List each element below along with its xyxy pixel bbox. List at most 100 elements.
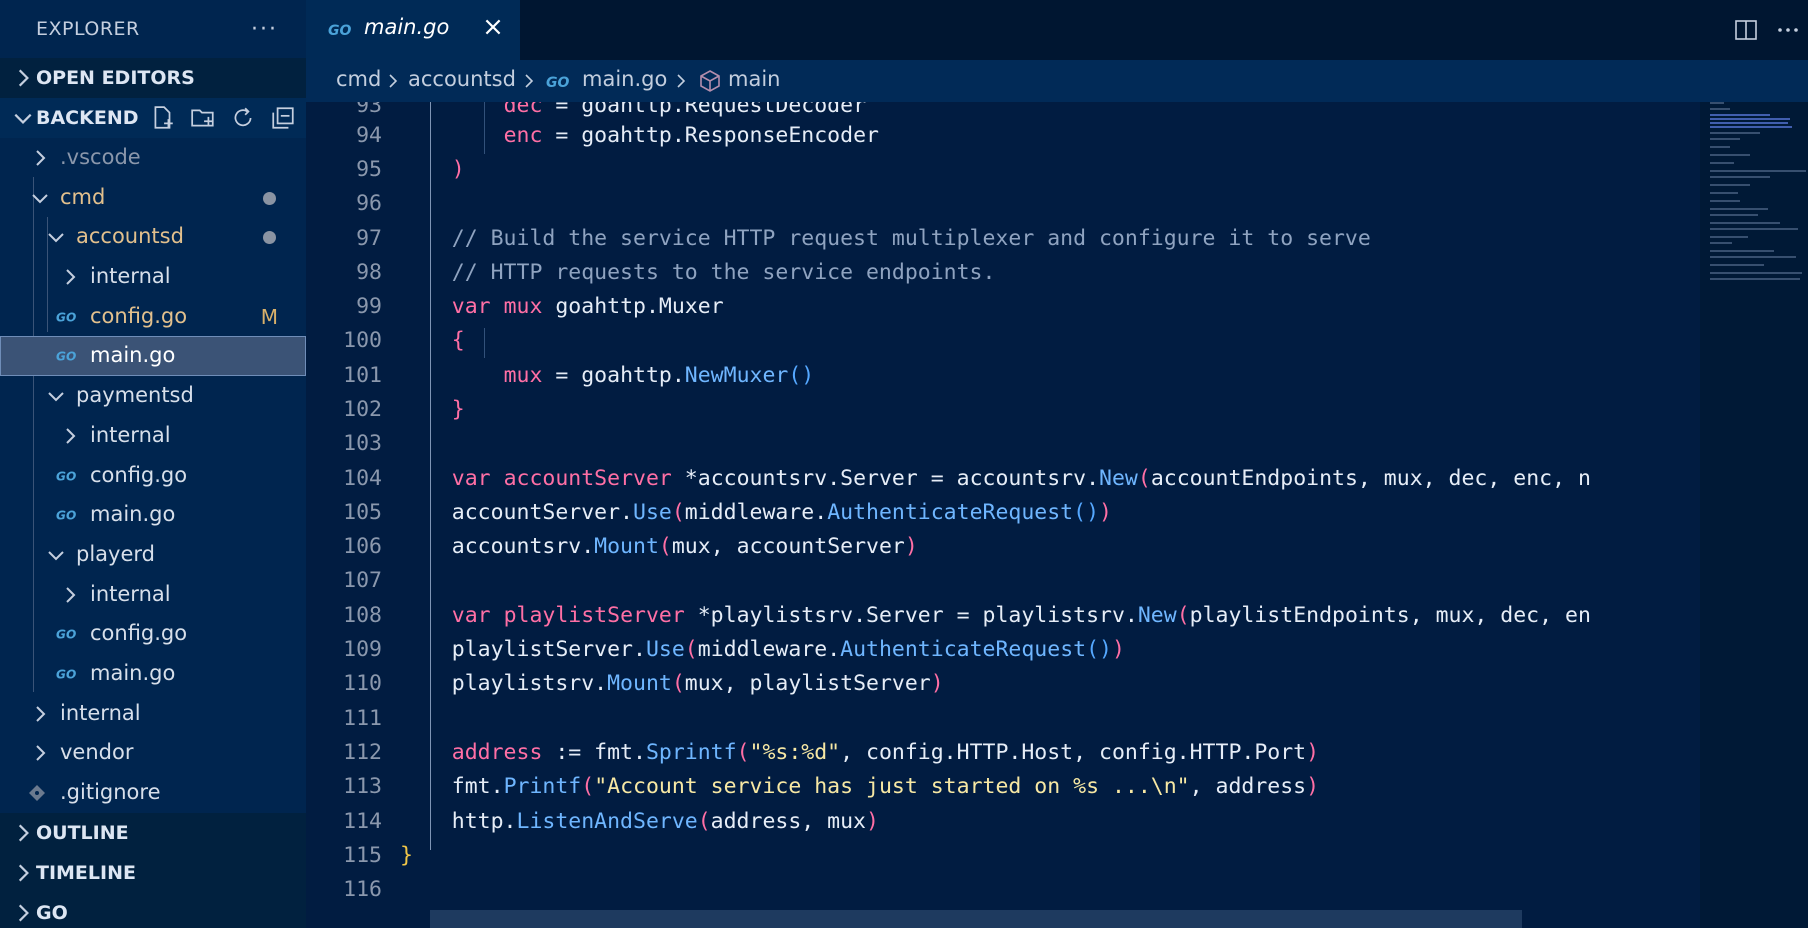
code-text: } — [451, 397, 465, 422]
tree-item-label: .gitignore — [60, 780, 161, 804]
editor-actions — [1734, 0, 1808, 60]
code-comment: // Build the service HTTP request multip… — [400, 226, 1371, 251]
section-timeline[interactable]: TIMELINE — [0, 852, 306, 893]
line-number: 107 — [343, 568, 382, 593]
code-line: 115 } — [306, 839, 1700, 873]
code-text: accountServer.Use(middleware.Authenticat… — [400, 500, 1112, 525]
go-file-icon: GO — [56, 310, 76, 324]
code-line: 99 var mux goahttp.Muxer — [306, 290, 1700, 324]
line-number: 112 — [343, 740, 382, 765]
section-label: TIMELINE — [36, 861, 136, 884]
chevron-down-icon — [48, 392, 64, 402]
chevron-right-icon — [18, 824, 29, 842]
code-text: var mux goahttp.Muxer — [451, 294, 724, 319]
chevron-right-icon — [36, 745, 46, 762]
code-text: address := fmt.Sprintf("%s:%d", config.H… — [451, 740, 1320, 765]
breadcrumb-item[interactable]: cmd — [336, 67, 381, 91]
section-outline[interactable]: OUTLINE — [0, 812, 306, 853]
line-number: 102 — [343, 397, 382, 422]
code-line: 112 address := fmt.Sprintf("%s:%d", conf… — [306, 736, 1700, 770]
tree-item-label: internal — [90, 264, 171, 289]
chevron-right-icon — [66, 428, 76, 444]
tree-file-main-go[interactable]: GO main.go — [0, 495, 306, 535]
git-icon — [29, 785, 45, 801]
tree-file-config-go[interactable]: GO config.go — [0, 456, 306, 496]
breadcrumb-item[interactable]: accountsd — [408, 67, 516, 91]
code-line: 107 — [306, 564, 1700, 598]
modified-badge: M — [260, 304, 278, 329]
section-label: GO — [36, 901, 68, 924]
code-line: 103 — [306, 427, 1700, 461]
tree-file-config-go[interactable]: GO config.go — [0, 614, 306, 654]
section-label: OUTLINE — [36, 821, 129, 844]
code-comment: // HTTP requests to the service endpoint… — [400, 260, 996, 285]
chevron-down-icon — [32, 193, 48, 204]
breadcrumb: cmd accountsd GO main.go main — [306, 60, 1808, 102]
line-number: 111 — [343, 706, 382, 731]
line-number: 114 — [343, 809, 382, 834]
code-line: 114 http.ListenAndServe(address, mux) — [306, 805, 1700, 839]
refresh-icon[interactable] — [230, 105, 256, 131]
svg-text:GO: GO — [56, 350, 76, 364]
tree-folder-vendor[interactable]: vendor — [0, 733, 306, 773]
tree-item-label: playerd — [76, 541, 155, 566]
tree-file-main-go-selected[interactable]: GO main.go — [0, 336, 306, 377]
code-line: 94 enc = goahttp.ResponseEncoder — [306, 119, 1700, 153]
tree-folder-internal[interactable]: internal — [0, 257, 306, 297]
tree-folder-vscode[interactable]: .vscode — [0, 138, 306, 178]
tree-item-label: main.go — [90, 343, 176, 368]
line-number: 105 — [343, 500, 382, 525]
chevron-right-icon — [36, 150, 46, 166]
chevron-right-icon — [389, 74, 398, 88]
tree-file-config-go[interactable]: GO config.go M — [0, 297, 306, 337]
section-open-editors[interactable]: OPEN EDITORS — [0, 58, 306, 98]
chevron-right-icon — [525, 74, 534, 88]
tree-file-gitignore[interactable]: .gitignore — [0, 773, 306, 813]
code-text: ) — [451, 157, 465, 182]
tree-file-main-go[interactable]: GO main.go — [0, 654, 306, 694]
code-line: 111 — [306, 702, 1700, 736]
line-number: 96 — [356, 191, 382, 216]
tree-item-label: internal — [60, 700, 141, 725]
split-editor-icon[interactable] — [1734, 18, 1758, 42]
horizontal-scrollbar[interactable] — [430, 910, 1522, 928]
breadcrumb-item[interactable]: main — [728, 67, 780, 91]
explorer-actions — [150, 105, 296, 131]
tree-folder-internal[interactable]: internal — [0, 575, 306, 615]
section-label: OPEN EDITORS — [36, 67, 195, 89]
chevron-down-icon — [14, 113, 32, 124]
collapse-all-icon[interactable] — [270, 105, 296, 131]
tab-main-go[interactable]: GO main.go — [306, 0, 520, 60]
tree-folder-playerd[interactable]: playerd — [0, 535, 306, 575]
more-actions-icon[interactable]: ··· — [251, 17, 278, 42]
tree-folder-accountsd[interactable]: accountsd — [0, 217, 306, 257]
code-text: dec = goahttp.RequestDecoder — [503, 102, 867, 118]
tree-folder-paymentsd[interactable]: paymentsd — [0, 376, 306, 416]
tree-folder-internal-root[interactable]: internal — [0, 694, 306, 734]
new-folder-icon[interactable] — [190, 105, 216, 131]
section-label: BACKEND — [36, 107, 139, 129]
section-go[interactable]: GO — [0, 892, 306, 928]
go-file-icon: GO — [546, 75, 569, 90]
line-number: 99 — [356, 294, 382, 319]
go-file-icon: GO — [56, 469, 76, 483]
tree-folder-cmd[interactable]: cmd — [0, 178, 306, 218]
minimap[interactable] — [1700, 102, 1808, 928]
breadcrumb-item[interactable]: main.go — [582, 67, 667, 91]
close-icon[interactable] — [482, 16, 504, 38]
code-line: 116 — [306, 873, 1700, 907]
line-number: 95 — [356, 157, 382, 182]
new-file-icon[interactable] — [150, 105, 176, 131]
modified-dot — [263, 191, 276, 205]
section-backend[interactable]: BACKEND — [0, 98, 306, 138]
svg-text:GO: GO — [56, 509, 76, 523]
code-editor[interactable]: 93 dec = goahttp.RequestDecoder 94 enc =… — [306, 102, 1700, 928]
tree-folder-internal[interactable]: internal — [0, 416, 306, 456]
code-line: 113 fmt.Printf("Account service has just… — [306, 770, 1700, 804]
tree-item-label: .vscode — [60, 145, 141, 169]
chevron-right-icon — [677, 74, 686, 88]
more-actions-icon[interactable] — [1776, 18, 1800, 42]
line-number: 94 — [356, 123, 382, 148]
chevron-right-icon — [18, 904, 29, 922]
line-number: 101 — [343, 363, 382, 388]
